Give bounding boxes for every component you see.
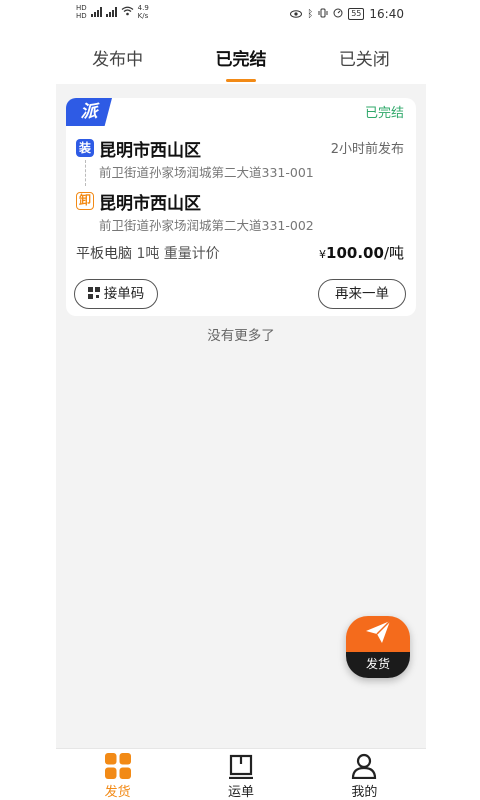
dispatch-badge: 派 — [66, 98, 112, 126]
eye-icon — [290, 8, 303, 21]
pickup-code-label: 接单码 — [103, 286, 145, 302]
signal-icon-2 — [105, 7, 117, 17]
sim-2: HD — [76, 12, 87, 20]
nav-waybill[interactable]: 运单 — [179, 749, 302, 800]
battery-icon: 55 — [348, 8, 365, 20]
order-status-tabs: 发布中 已完结 已关闭 — [56, 30, 426, 84]
wifi-icon — [121, 6, 134, 19]
sim-1: HD — [76, 4, 87, 12]
goods-name: 平板电脑 — [76, 246, 132, 262]
nav-ship[interactable]: 发货 — [56, 749, 179, 800]
vibrate-icon — [318, 8, 328, 21]
load-city: 昆明市西山区 — [99, 141, 201, 161]
nav-ship-label: 发货 — [104, 785, 131, 800]
status-bar: HD HD 4.9 K/s ᛒ 55 16:40 — [56, 0, 426, 30]
tab-completed[interactable]: 已完结 — [179, 30, 302, 84]
reorder-button[interactable]: 再来一单 — [318, 279, 406, 309]
load-address: 前卫街道孙家场润城第二大道331-001 — [99, 165, 314, 180]
nav-waybill-label: 运单 — [227, 785, 254, 800]
unload-city: 昆明市西山区 — [99, 194, 201, 214]
fab-label: 发货 — [346, 652, 410, 678]
fab-top — [346, 616, 410, 652]
signal-icon — [90, 7, 102, 17]
ship-fab-button[interactable]: 发货 — [346, 616, 410, 678]
nav-mine-label: 我的 — [351, 785, 378, 800]
publish-time: 2小时前发布 — [330, 142, 404, 157]
status-badge: 已完结 — [364, 106, 404, 121]
grid-icon — [56, 749, 179, 779]
price: ¥100.00/吨 — [319, 242, 404, 263]
net-speed-unit: K/s — [137, 12, 149, 20]
price-symbol: ¥ — [319, 248, 327, 261]
route-connector — [85, 160, 86, 186]
app-screen: HD HD 4.9 K/s ᛒ 55 16:40 发布中 已完结 已关闭 派 已… — [56, 0, 426, 800]
speedometer-icon — [333, 8, 343, 21]
goods-detail: 1吨 重量计价 — [136, 246, 220, 262]
load-tag-icon: 装 — [76, 139, 94, 157]
tab-closed[interactable]: 已关闭 — [303, 30, 426, 84]
status-right: ᛒ 55 16:40 — [290, 7, 404, 21]
status-left: HD HD 4.9 K/s — [76, 4, 149, 20]
nav-mine[interactable]: 我的 — [303, 749, 426, 800]
order-card[interactable]: 派 已完结 装 昆明市西山区 前卫街道孙家场润城第二大道331-001 2小时前… — [66, 98, 416, 316]
tab-publishing[interactable]: 发布中 — [56, 30, 179, 84]
no-more-text: 没有更多了 — [207, 328, 275, 344]
paper-plane-icon — [365, 620, 391, 648]
user-icon — [303, 749, 426, 779]
price-unit: /吨 — [383, 244, 404, 262]
net-speed: 4.9 K/s — [138, 4, 149, 20]
net-speed-value: 4.9 — [137, 4, 149, 12]
bluetooth-icon: ᛒ — [307, 8, 314, 20]
unload-address: 前卫街道孙家场润城第二大道331-002 — [99, 218, 314, 233]
sim-indicators: HD HD — [76, 4, 87, 20]
goods-info: 平板电脑 1吨 重量计价 — [76, 243, 220, 263]
unload-tag-icon: 卸 — [76, 192, 94, 210]
price-value: 100.00 — [326, 244, 384, 262]
qr-code-icon — [87, 287, 100, 299]
clock: 16:40 — [369, 7, 404, 21]
waybill-icon — [179, 749, 302, 779]
pickup-code-button[interactable]: 接单码 — [74, 279, 158, 309]
bottom-nav: 发货 运单 我的 — [56, 748, 426, 800]
